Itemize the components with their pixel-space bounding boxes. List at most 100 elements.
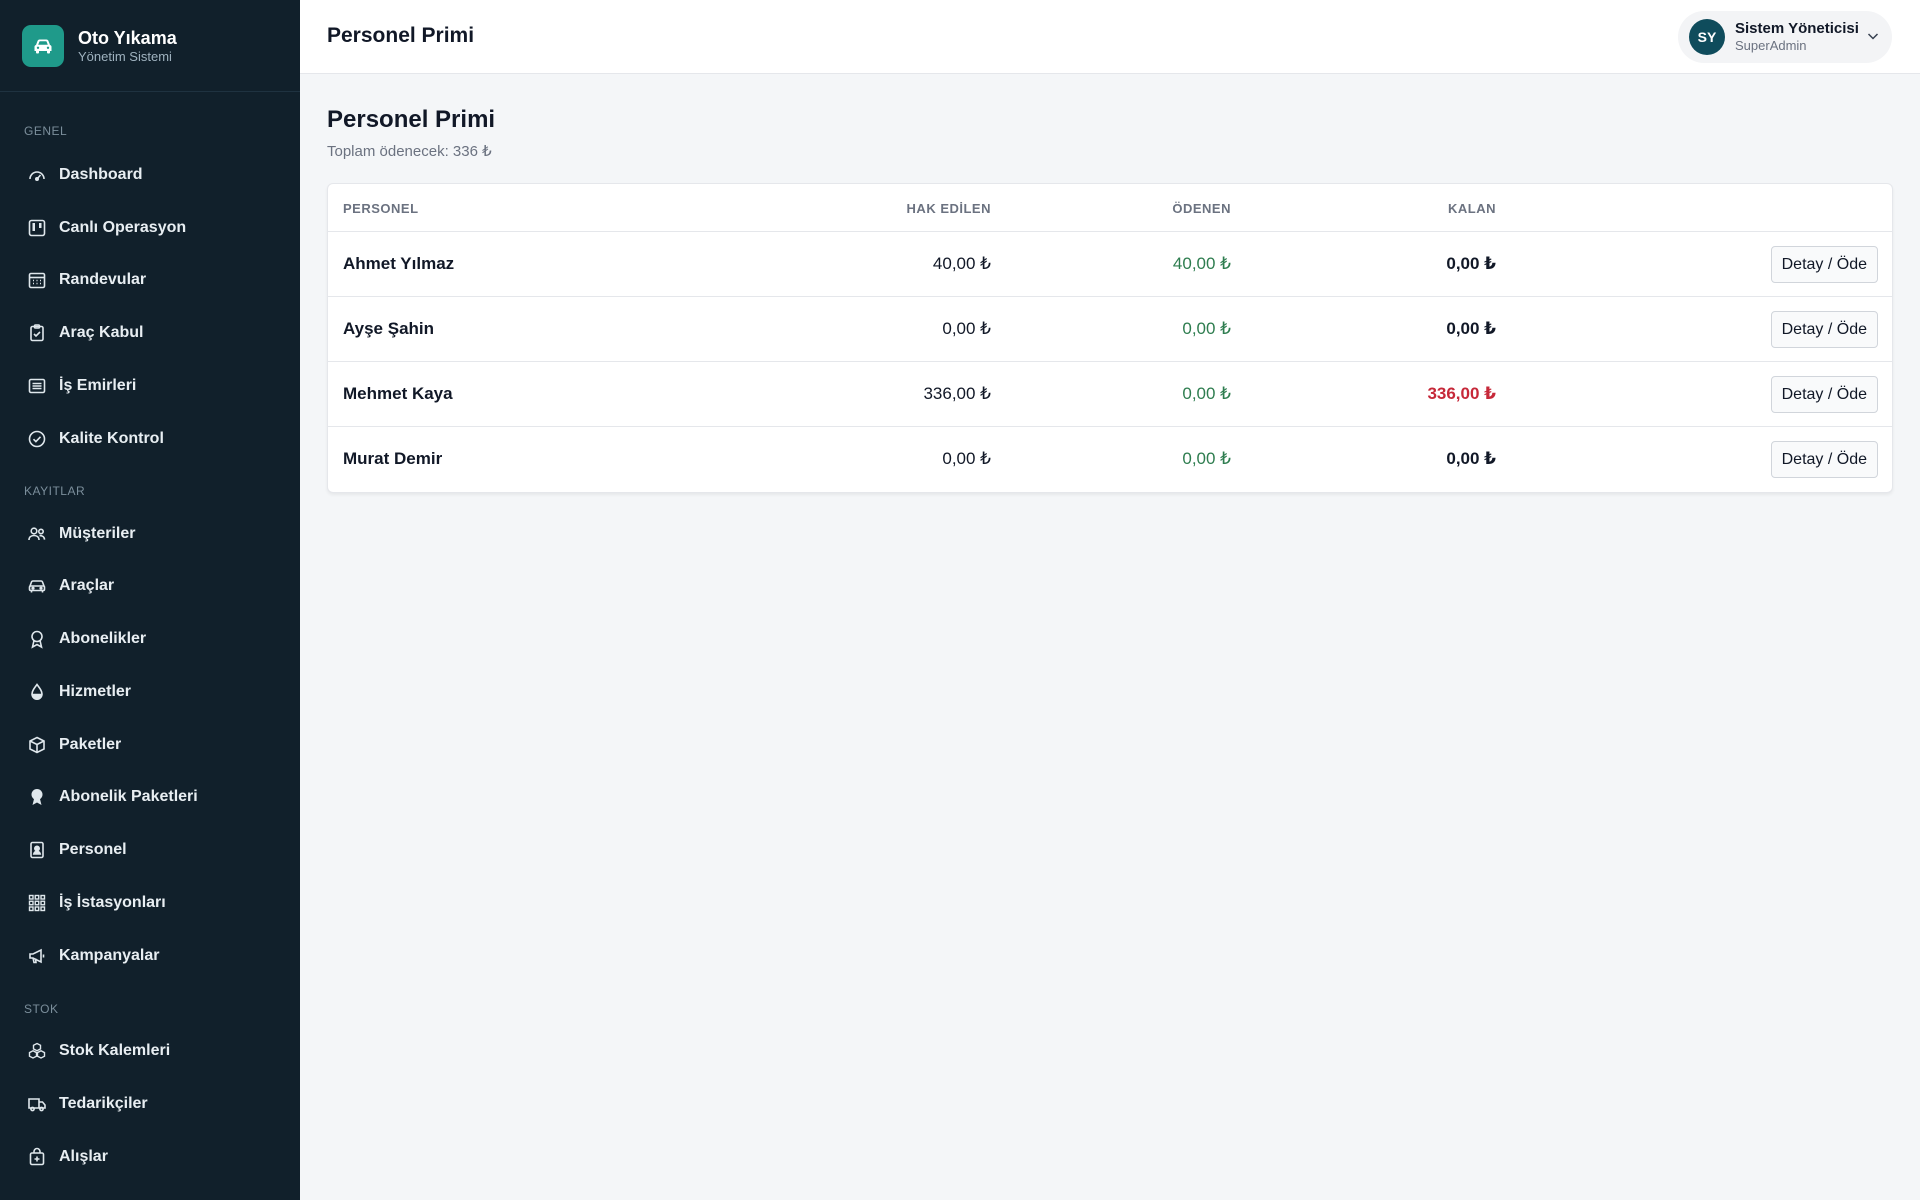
staff-name: Murat Demir xyxy=(343,449,443,468)
sidebar-item-musteriler[interactable]: Müşteriler xyxy=(0,512,300,556)
sidebar-item-paketler[interactable]: Paketler xyxy=(0,723,300,767)
sidebar-item-label: Kampanyalar xyxy=(59,947,160,964)
topbar: Personel Primi SY Sistem Yöneticisi Supe… xyxy=(300,0,1920,74)
brand-title: Oto Yıkama xyxy=(78,27,177,48)
staff-name: Ayşe Şahin xyxy=(343,319,435,338)
sidebar-item-label: Müşteriler xyxy=(59,525,136,542)
sidebar-item-label: İş Emirleri xyxy=(59,377,137,394)
page-subtitle: Toplam ödenecek: 336 ₺ xyxy=(327,143,492,160)
sidebar-item-label: İş İstasyonları xyxy=(59,894,166,911)
table-row: Ayşe Şahin 0,00 ₺ 0,00 ₺ 0,00 ₺ Detay / … xyxy=(328,297,1892,362)
column-header-hak-edilen: HAK EDİLEN xyxy=(906,201,991,216)
table-row: Mehmet Kaya 336,00 ₺ 0,00 ₺ 336,00 ₺ Det… xyxy=(328,362,1892,427)
sidebar-item-personel[interactable]: Personel xyxy=(0,828,300,872)
sidebar-item-abonelik-paketleri[interactable]: Abonelik Paketleri xyxy=(0,775,300,819)
header-title: Personel Primi xyxy=(327,24,475,47)
sidebar-item-tedarikciler[interactable]: Tedarikçiler xyxy=(0,1082,300,1126)
sidebar-item-label: Personel xyxy=(59,841,127,858)
sidebar-item-label: Paketler xyxy=(59,736,122,753)
sidebar-item-label: Hizmetler xyxy=(59,683,132,700)
paid-amount: 40,00 ₺ xyxy=(1172,254,1231,273)
users-icon xyxy=(27,524,47,544)
detail-pay-button[interactable]: Detay / Öde xyxy=(1770,376,1878,413)
staff-name: Mehmet Kaya xyxy=(343,384,453,403)
earned-amount: 40,00 ₺ xyxy=(932,254,991,273)
staff-name: Ahmet Yılmaz xyxy=(343,254,455,273)
calendar-icon xyxy=(27,270,47,290)
sidebar: Oto Yıkama Yönetim Sistemi GENEL KAYITLA… xyxy=(0,0,300,1200)
table-row: Ahmet Yılmaz 40,00 ₺ 40,00 ₺ 0,00 ₺ Deta… xyxy=(328,232,1892,297)
check-circle-icon xyxy=(27,429,47,449)
brand[interactable]: Oto Yıkama Yönetim Sistemi xyxy=(0,0,300,92)
droplet-icon xyxy=(27,682,47,702)
user-name: Sistem Yöneticisi xyxy=(1735,20,1859,37)
list-icon xyxy=(27,376,47,396)
sidebar-item-label: Randevular xyxy=(59,271,147,288)
car-icon xyxy=(22,24,64,67)
sidebar-item-is-istasyonlari[interactable]: İş İstasyonları xyxy=(0,881,300,925)
earned-amount: 336,00 ₺ xyxy=(923,384,991,403)
brand-subtitle: Yönetim Sistemi xyxy=(78,48,172,64)
id-badge-icon xyxy=(27,840,47,860)
sidebar-item-araclar[interactable]: Araçlar xyxy=(0,564,300,608)
column-header-odenen: ÖDENEN xyxy=(1172,201,1231,216)
remaining-amount: 0,00 ₺ xyxy=(1446,449,1496,468)
column-header-kalan: KALAN xyxy=(1448,201,1496,216)
sidebar-item-abonelikler[interactable]: Abonelikler xyxy=(0,617,300,661)
table-header: PERSONEL HAK EDİLEN ÖDENEN KALAN xyxy=(328,184,1892,232)
column-header-personel: PERSONEL xyxy=(343,201,419,216)
car-icon xyxy=(27,576,47,596)
avatar: SY xyxy=(1689,19,1725,55)
sidebar-item-kalite-kontrol[interactable]: Kalite Kontrol xyxy=(0,417,300,461)
chevron-down-icon xyxy=(1866,29,1880,48)
kanban-icon xyxy=(27,218,47,238)
paid-amount: 0,00 ₺ xyxy=(1182,384,1231,403)
sidebar-item-alislar[interactable]: Alışlar xyxy=(0,1135,300,1179)
bonus-table: PERSONEL HAK EDİLEN ÖDENEN KALAN Ahmet Y… xyxy=(327,183,1893,493)
gauge-icon xyxy=(27,165,47,185)
sidebar-item-label: Canlı Operasyon xyxy=(59,219,187,236)
paid-amount: 0,00 ₺ xyxy=(1182,449,1231,468)
sidebar-item-randevular[interactable]: Randevular xyxy=(0,258,300,302)
sidebar-item-stok-kalemleri[interactable]: Stok Kalemleri xyxy=(0,1029,300,1073)
section-stok: STOK xyxy=(24,1002,59,1016)
boxes-icon xyxy=(27,1041,47,1061)
sidebar-item-label: Abonelikler xyxy=(59,630,147,647)
paid-amount: 0,00 ₺ xyxy=(1182,319,1231,338)
sidebar-item-label: Abonelik Paketleri xyxy=(59,788,198,805)
section-genel: GENEL xyxy=(24,124,68,138)
megaphone-icon xyxy=(27,946,47,966)
detail-pay-button[interactable]: Detay / Öde xyxy=(1770,311,1878,348)
sidebar-item-hizmetler[interactable]: Hizmetler xyxy=(0,670,300,714)
user-role: SuperAdmin xyxy=(1735,38,1807,53)
grid-icon xyxy=(27,893,47,913)
sidebar-item-dashboard[interactable]: Dashboard xyxy=(0,153,300,197)
sidebar-item-label: Stok Kalemleri xyxy=(59,1042,171,1059)
sidebar-item-is-emirleri[interactable]: İş Emirleri xyxy=(0,364,300,408)
award-icon xyxy=(27,629,47,649)
detail-pay-button[interactable]: Detay / Öde xyxy=(1770,441,1878,478)
sidebar-item-label: Tedarikçiler xyxy=(59,1095,148,1112)
remaining-amount: 0,00 ₺ xyxy=(1446,319,1496,338)
remaining-amount: 336,00 ₺ xyxy=(1427,384,1496,403)
detail-pay-button[interactable]: Detay / Öde xyxy=(1770,246,1878,283)
sidebar-item-label: Araçlar xyxy=(59,577,115,594)
clipboard-check-icon xyxy=(27,323,47,343)
sidebar-item-canli-operasyon[interactable]: Canlı Operasyon xyxy=(0,206,300,250)
sidebar-item-label: Kalite Kontrol xyxy=(59,430,164,447)
remaining-amount: 0,00 ₺ xyxy=(1446,254,1496,273)
box-icon xyxy=(27,735,47,755)
sidebar-item-arac-kabul[interactable]: Araç Kabul xyxy=(0,311,300,355)
section-kayitlar: KAYITLAR xyxy=(24,484,86,498)
sidebar-item-kampanyalar[interactable]: Kampanyalar xyxy=(0,934,300,978)
bag-plus-icon xyxy=(27,1147,47,1167)
user-menu[interactable]: SY Sistem Yöneticisi SuperAdmin xyxy=(1678,11,1892,63)
sidebar-item-label: Dashboard xyxy=(59,166,143,183)
page-title: Personel Primi xyxy=(327,106,496,133)
truck-icon xyxy=(27,1094,47,1114)
sidebar-item-label: Alışlar xyxy=(59,1148,108,1165)
earned-amount: 0,00 ₺ xyxy=(942,449,991,468)
sidebar-item-label: Araç Kabul xyxy=(59,324,144,341)
table-row: Murat Demir 0,00 ₺ 0,00 ₺ 0,00 ₺ Detay /… xyxy=(328,427,1892,492)
award-fill-icon xyxy=(27,787,47,807)
